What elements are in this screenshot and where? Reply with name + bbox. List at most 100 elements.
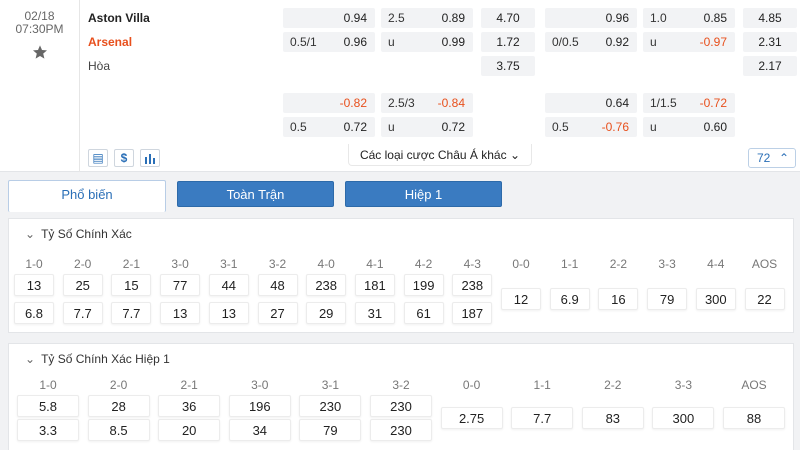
market-count-button[interactable]: 72 ⌃ bbox=[748, 148, 796, 168]
odds-value[interactable]: 5.8 bbox=[17, 395, 79, 417]
odds-cell[interactable]: 2.5/3 -0.84 bbox=[381, 93, 473, 113]
column-header: 4-2 bbox=[414, 257, 433, 271]
column-header: 0-0 bbox=[512, 257, 530, 271]
odds-cell[interactable]: 2.5 0.89 bbox=[381, 8, 473, 28]
column-header: 1-0 bbox=[25, 257, 43, 271]
odds-value[interactable]: 6.9 bbox=[549, 288, 590, 310]
column-header: 3-3 bbox=[658, 257, 676, 271]
odds-value[interactable]: 6.8 bbox=[14, 302, 54, 324]
odds-cell[interactable]: 1.0 0.85 bbox=[643, 8, 735, 28]
odds-cell[interactable]: 0.64 bbox=[545, 93, 637, 113]
chevron-down-icon: ⌄ bbox=[25, 352, 36, 366]
odds-cell[interactable]: 2.17 bbox=[743, 56, 797, 76]
odds-value[interactable]: 8.5 bbox=[87, 419, 150, 441]
odds-cell[interactable]: u 0.72 bbox=[381, 117, 473, 137]
bar-chart-icon[interactable] bbox=[140, 149, 160, 167]
odds-value[interactable]: 48 bbox=[257, 274, 298, 296]
odds-value[interactable]: 181 bbox=[354, 274, 395, 296]
odds-value[interactable]: 13 bbox=[160, 302, 201, 324]
odds-cell[interactable]: 4.70 bbox=[481, 8, 535, 28]
odds-value[interactable]: 25 bbox=[62, 274, 103, 296]
column-header: 4-1 bbox=[366, 257, 384, 271]
odds-value[interactable]: 29 bbox=[306, 302, 347, 324]
column-header: 4-4 bbox=[707, 257, 725, 271]
odds-value[interactable]: 16 bbox=[598, 288, 639, 310]
odds-value[interactable]: 196 bbox=[228, 395, 291, 417]
odds-value[interactable]: 88 bbox=[723, 407, 785, 429]
odds-cell[interactable]: 0.5 0.72 bbox=[283, 117, 375, 137]
column-header: 3-0 bbox=[251, 378, 269, 392]
odds-cell[interactable]: 2.31 bbox=[743, 32, 797, 52]
odds-value[interactable]: 238 bbox=[306, 274, 347, 296]
column-header: AOS bbox=[741, 378, 767, 392]
stadium-icon[interactable]: ▤ bbox=[88, 149, 108, 167]
more-asian-bets-button[interactable]: Các loại cược Châu Á khác ⌄ bbox=[348, 144, 532, 166]
column-header: 2-0 bbox=[109, 378, 128, 392]
odds-value[interactable]: 13 bbox=[14, 274, 54, 296]
odds-cell[interactable]: 0.5/1 0.96 bbox=[283, 32, 375, 52]
column-header: 3-2 bbox=[392, 378, 410, 392]
correct-score-panel: ⌄ Tỷ Số Chính Xác 1-0 13 6.8 2-0 25 7.7 2-1 15 7.… bbox=[8, 218, 794, 333]
odds-cell[interactable]: 0/0.5 0.92 bbox=[545, 32, 637, 52]
column-header: 2-0 bbox=[74, 257, 92, 271]
odds-cell[interactable]: 1.72 bbox=[481, 32, 535, 52]
odds-value[interactable]: 2.75 bbox=[440, 407, 503, 429]
odds-value[interactable]: 61 bbox=[403, 302, 444, 324]
odds-value[interactable]: 187 bbox=[452, 302, 493, 324]
odds-value[interactable]: 230 bbox=[370, 395, 432, 417]
odds-value[interactable]: 7.7 bbox=[62, 302, 103, 324]
odds-value[interactable]: 36 bbox=[158, 395, 221, 417]
odds-value[interactable]: 230 bbox=[299, 395, 362, 417]
chevron-down-icon: ⌄ bbox=[509, 148, 521, 162]
odds-cell[interactable]: 0.94 bbox=[283, 8, 375, 28]
odds-cell[interactable]: u -0.97 bbox=[643, 32, 735, 52]
odds-value[interactable]: 31 bbox=[354, 302, 395, 324]
odds-value[interactable]: 13 bbox=[208, 302, 249, 324]
odds-value[interactable]: 7.7 bbox=[511, 407, 574, 429]
tab-popular[interactable]: Phổ biến bbox=[8, 180, 166, 212]
match-row: 02/18 07:30PM Aston Villa Arsenal Hòa 0.… bbox=[0, 0, 800, 172]
teams: Aston Villa Arsenal Hòa bbox=[88, 10, 150, 82]
odds-value[interactable]: 300 bbox=[695, 288, 736, 310]
odds-cell[interactable]: u 0.99 bbox=[381, 32, 473, 52]
panel-title[interactable]: ⌄ Tỷ Số Chính Xác Hiệp 1 bbox=[25, 352, 170, 366]
odds-value[interactable]: 34 bbox=[228, 419, 291, 441]
column-header: 0-0 bbox=[462, 378, 481, 392]
odds-value[interactable]: 79 bbox=[647, 288, 688, 310]
odds-cell[interactable]: -0.82 bbox=[283, 93, 375, 113]
odds-value[interactable]: 12 bbox=[501, 288, 541, 310]
odds-cell[interactable]: 0.5 -0.76 bbox=[545, 117, 637, 137]
draw-label: Hòa bbox=[88, 59, 111, 73]
column-header: 4-3 bbox=[463, 257, 481, 271]
column-header: 2-2 bbox=[609, 257, 628, 271]
odds-cell[interactable]: 1/1.5 -0.72 bbox=[643, 93, 735, 113]
odds-value[interactable]: 3.3 bbox=[17, 419, 79, 441]
odds-value[interactable]: 79 bbox=[299, 419, 362, 441]
column-header: 3-3 bbox=[674, 378, 693, 392]
odds-value[interactable]: 77 bbox=[160, 274, 201, 296]
odds-value[interactable]: 22 bbox=[744, 288, 785, 310]
odds-value[interactable]: 199 bbox=[403, 274, 444, 296]
column-header: 2-1 bbox=[180, 378, 198, 392]
odds-cell[interactable]: 4.85 bbox=[743, 8, 797, 28]
odds-value[interactable]: 20 bbox=[158, 419, 221, 441]
odds-value[interactable]: 28 bbox=[87, 395, 150, 417]
odds-cell[interactable]: 3.75 bbox=[481, 56, 535, 76]
odds-value[interactable]: 238 bbox=[452, 274, 493, 296]
chevron-up-icon: ⌃ bbox=[778, 151, 789, 165]
odds-value[interactable]: 7.7 bbox=[111, 302, 152, 324]
odds-cell[interactable]: u 0.60 bbox=[643, 117, 735, 137]
home-team: Aston Villa bbox=[88, 11, 150, 25]
odds-cell[interactable]: 0.96 bbox=[545, 8, 637, 28]
odds-value[interactable]: 83 bbox=[581, 407, 644, 429]
odds-value[interactable]: 230 bbox=[370, 419, 432, 441]
odds-value[interactable]: 300 bbox=[652, 407, 715, 429]
odds-value[interactable]: 15 bbox=[111, 274, 152, 296]
favorite-star-icon[interactable] bbox=[32, 44, 48, 60]
odds-value[interactable]: 44 bbox=[208, 274, 249, 296]
tab-first-half[interactable]: Hiệp 1 bbox=[345, 181, 502, 207]
tab-full-match[interactable]: Toàn Trận bbox=[177, 181, 334, 207]
panel-title[interactable]: ⌄ Tỷ Số Chính Xác bbox=[25, 227, 132, 241]
odds-value[interactable]: 27 bbox=[257, 302, 298, 324]
dollar-icon[interactable]: $ bbox=[114, 149, 134, 167]
